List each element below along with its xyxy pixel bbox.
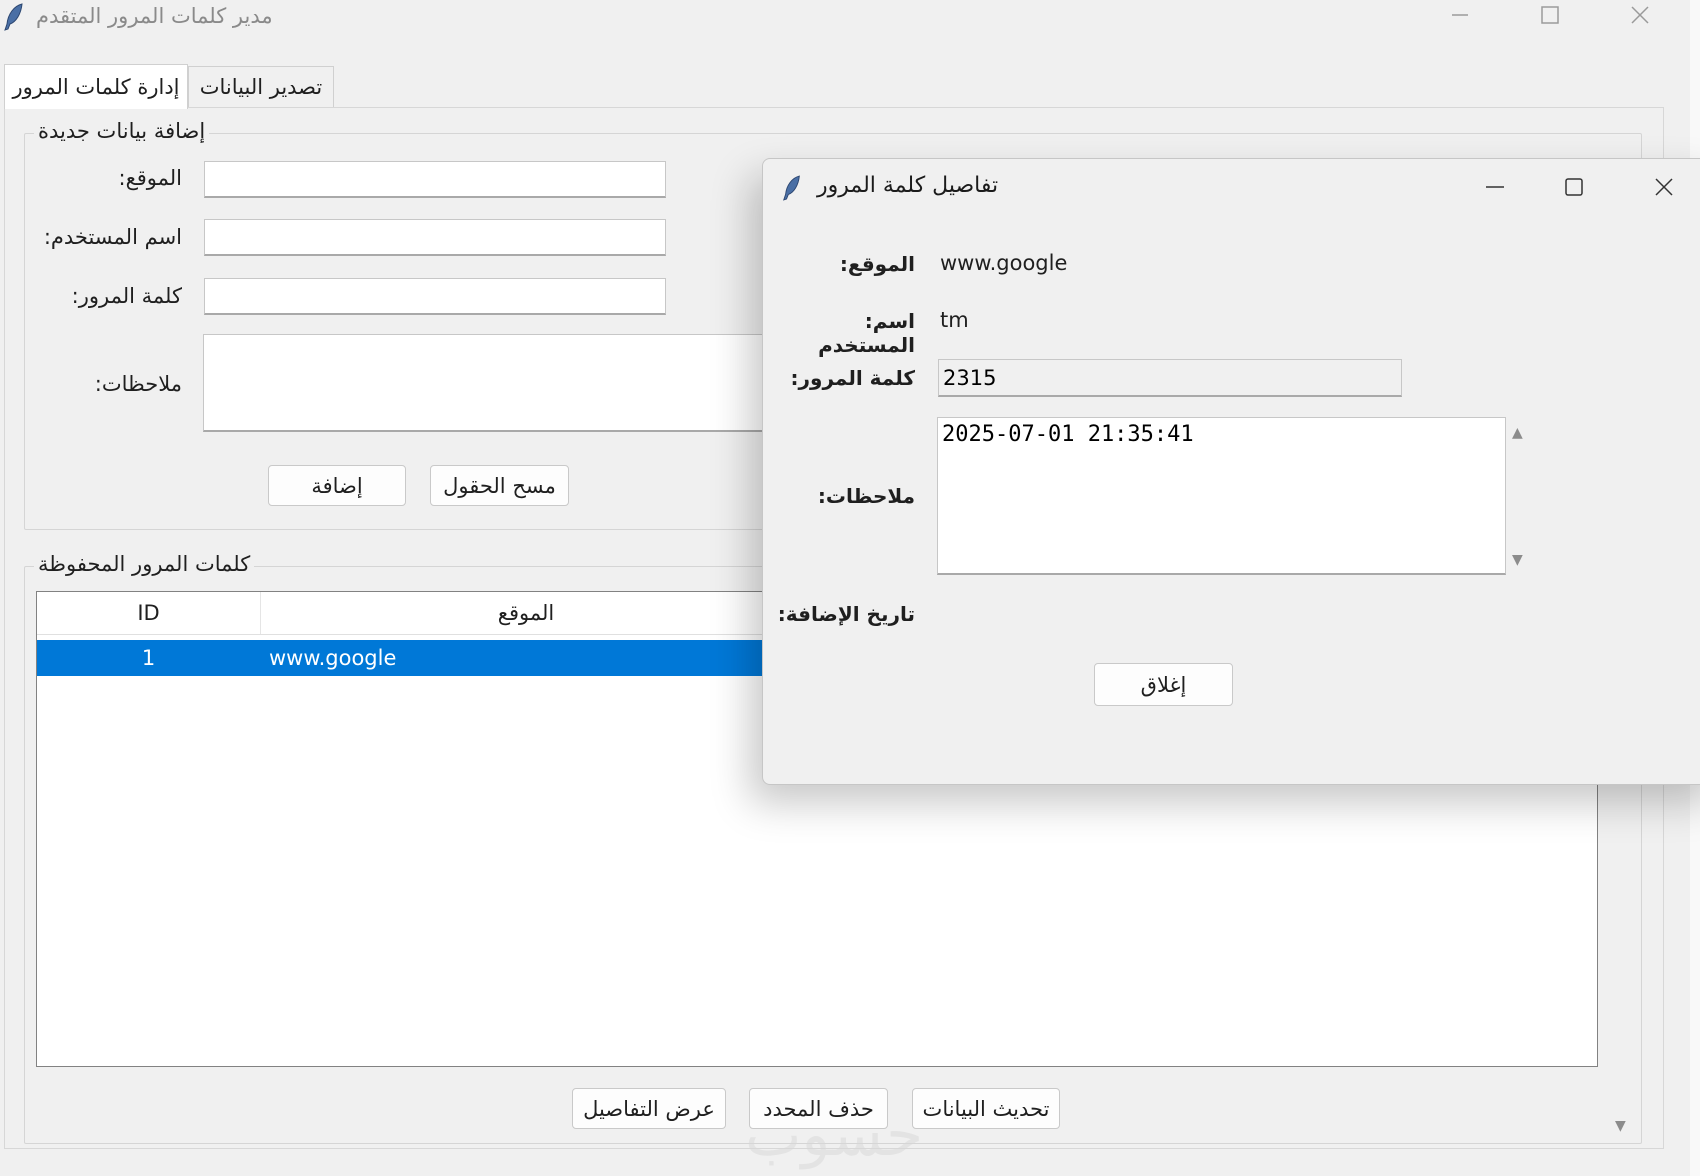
scroll-down-icon[interactable]: ▼: [1615, 1118, 1626, 1134]
dialog-title: تفاصيل كلمة المرور: [817, 173, 999, 198]
feather-icon: [781, 173, 803, 207]
clear-fields-button[interactable]: مسح الحقول: [430, 465, 569, 506]
title-bar: مدير كلمات المرور المتقدم: [0, 0, 1690, 36]
notes-label: :ملاحظات: [94, 372, 182, 396]
window-title: مدير كلمات المرور المتقدم: [36, 4, 273, 28]
minimize-icon: [1485, 177, 1505, 201]
dialog-password-field[interactable]: [938, 359, 1402, 397]
close-button[interactable]: [1620, 2, 1660, 32]
column-header-id[interactable]: ID: [37, 592, 261, 634]
scroll-down-icon[interactable]: ▼: [1512, 552, 1523, 568]
password-details-dialog: تفاصيل كلمة المرور :الموقع www.google :ا…: [762, 158, 1700, 785]
view-details-button[interactable]: عرض التفاصيل: [572, 1088, 726, 1129]
password-input[interactable]: [204, 278, 666, 315]
row-id-cell: 1: [141, 646, 156, 670]
close-icon: [1654, 177, 1674, 201]
scroll-up-icon[interactable]: ▲: [1512, 425, 1523, 441]
minimize-button[interactable]: [1440, 2, 1480, 32]
dialog-date-label: :تاريخ الإضافة: [777, 602, 915, 626]
dialog-maximize-button[interactable]: [1554, 174, 1594, 204]
maximize-icon: [1540, 5, 1560, 29]
dialog-minimize-button[interactable]: [1475, 174, 1515, 204]
dialog-notes-label: :ملاحظات: [817, 484, 915, 508]
feather-icon: [2, 2, 26, 32]
saved-group-title: كلمات المرور المحفوظة: [34, 552, 255, 576]
maximize-icon: [1564, 177, 1584, 201]
add-group-title: إضافة بيانات جديدة: [34, 119, 210, 143]
dialog-close-button[interactable]: [1644, 174, 1684, 204]
dialog-close-action-button[interactable]: إغلاق: [1094, 663, 1233, 706]
minimize-icon: [1450, 5, 1470, 29]
close-icon: [1630, 5, 1650, 29]
dialog-password-label: :كلمة المرور: [790, 366, 915, 390]
dialog-title-bar: تفاصيل كلمة المرور: [763, 159, 1700, 219]
username-label: :اسم المستخدم: [43, 225, 182, 249]
dialog-site-label: :الموقع: [839, 252, 915, 276]
dialog-notes-textarea[interactable]: 2025-07-01 21:35:41: [937, 417, 1506, 575]
maximize-button[interactable]: [1530, 2, 1570, 32]
column-header-site[interactable]: الموقع: [261, 592, 791, 634]
username-input[interactable]: [204, 219, 666, 256]
tab-password-management[interactable]: إدارة كلمات المرور: [4, 64, 188, 109]
add-button[interactable]: إضافة: [268, 465, 406, 506]
site-input[interactable]: [204, 161, 666, 198]
site-label: :الموقع: [118, 166, 182, 190]
tab-export-data[interactable]: تصدير البيانات: [188, 66, 334, 107]
refresh-data-button[interactable]: تحديث البيانات: [912, 1088, 1060, 1129]
password-label: :كلمة المرور: [71, 284, 182, 308]
notes-textarea[interactable]: [203, 334, 803, 432]
dialog-username-label: :اسم المستخدم: [818, 309, 915, 357]
dialog-site-value: www.google: [940, 251, 1068, 275]
row-site-cell: www.google: [269, 646, 397, 670]
dialog-username-value: tm: [940, 308, 969, 332]
watermark-logo: حسوب: [745, 1100, 924, 1170]
